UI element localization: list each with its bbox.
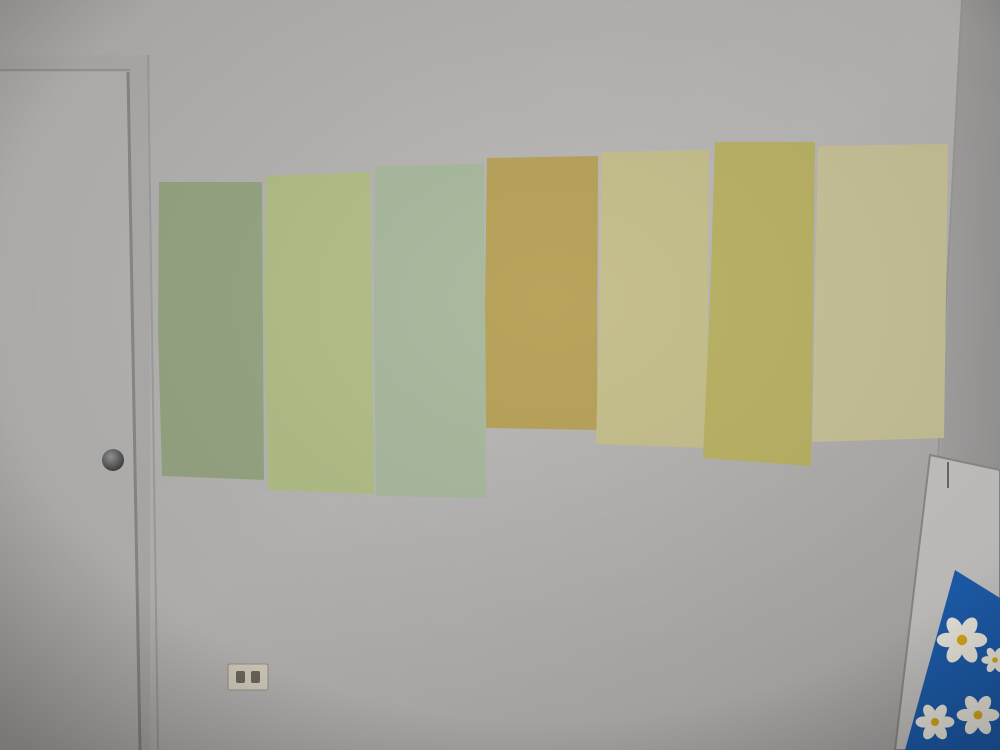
lighting-vignette — [0, 0, 1000, 750]
scene-svg — [0, 0, 1000, 750]
wall-scene — [0, 0, 1000, 750]
